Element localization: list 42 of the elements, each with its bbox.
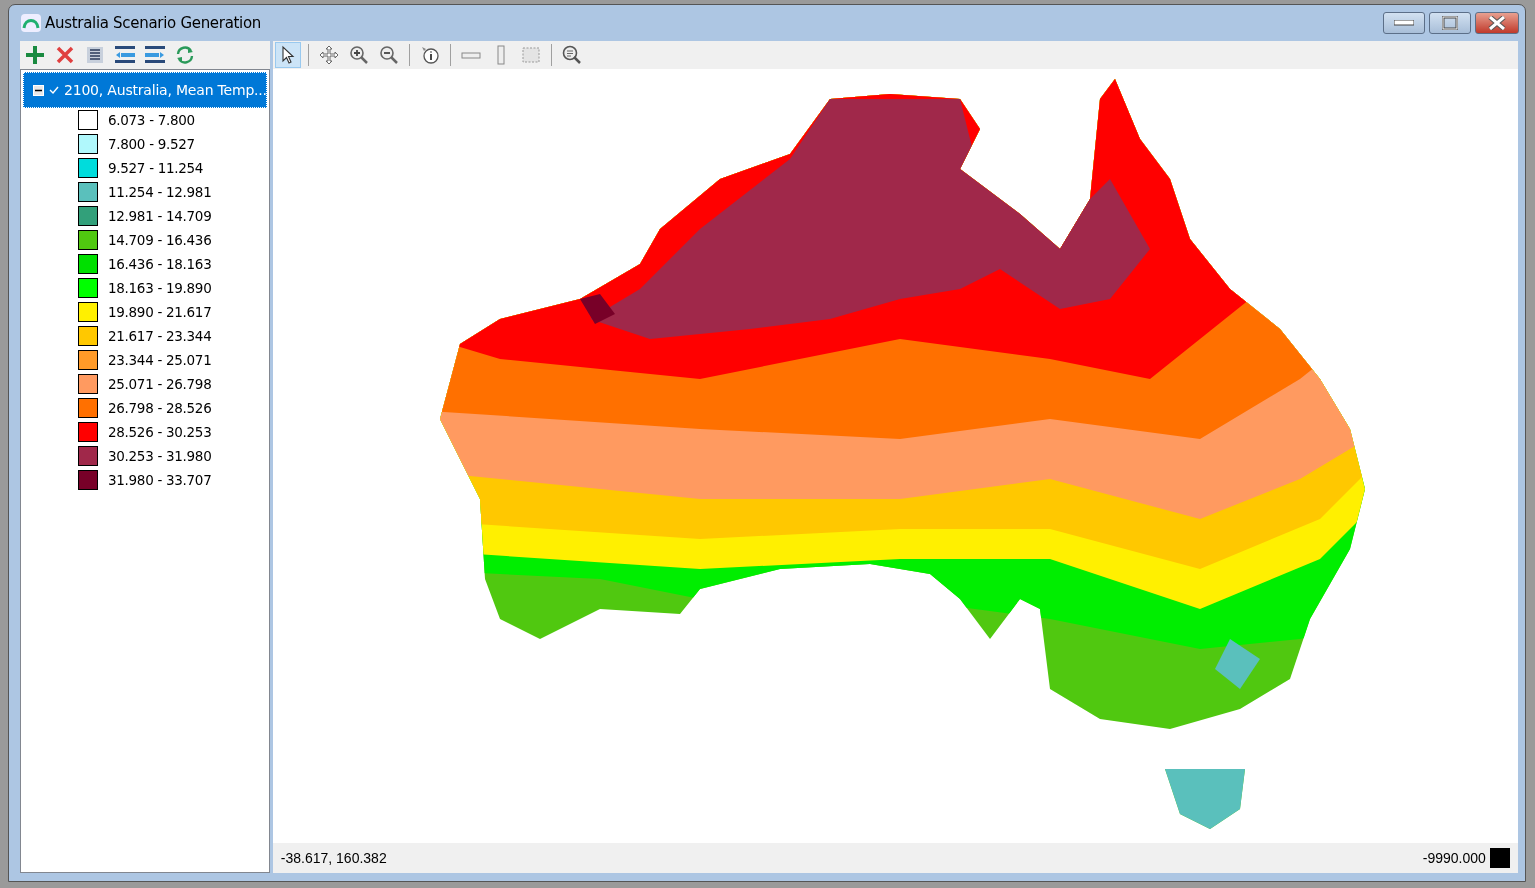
legend-label: 14.709 - 16.436 <box>108 230 212 250</box>
legend-label: 26.798 - 28.526 <box>108 398 212 418</box>
close-icon <box>56 46 74 64</box>
legend-label: 16.436 - 18.163 <box>108 254 212 274</box>
minimize-button[interactable] <box>1383 12 1425 34</box>
legend-label: 18.163 - 19.890 <box>108 278 212 298</box>
maximize-icon <box>1442 16 1458 30</box>
legend-label: 9.527 - 11.254 <box>108 158 204 178</box>
legend-label: 28.526 - 30.253 <box>108 422 212 442</box>
zoom-out-icon <box>378 45 399 65</box>
legend-label: 30.253 - 31.980 <box>108 446 212 466</box>
select-tool-button[interactable] <box>274 42 301 68</box>
legend-label: 25.071 - 26.798 <box>108 374 212 394</box>
nodata-swatch <box>1489 848 1510 868</box>
legend-label: 21.617 - 23.344 <box>108 326 212 346</box>
legend-label: 6.073 - 7.800 <box>108 110 195 130</box>
info-icon <box>419 45 440 65</box>
zoom-in-icon <box>348 45 369 65</box>
legend-label: 12.981 - 14.709 <box>108 206 212 226</box>
layer-item[interactable]: 2100, Australia, Mean Temp... <box>23 72 267 108</box>
cursor-coordinates: -38.617, 160.382 <box>280 848 387 868</box>
minimize-icon <box>1394 20 1414 26</box>
layers-up-icon <box>115 46 135 64</box>
plus-icon <box>25 45 45 65</box>
dashed-rectangle-icon <box>520 45 541 65</box>
close-button[interactable] <box>1475 12 1519 34</box>
nodata-value: -9990.000 <box>1422 848 1486 868</box>
collapse-icon[interactable] <box>33 84 44 96</box>
app-logo-icon <box>21 14 41 32</box>
legend-label: 11.254 - 12.981 <box>108 182 212 202</box>
four-arrows-icon <box>318 45 339 65</box>
window-title: Australia Scenario Generation <box>45 12 262 34</box>
legend-label: 31.980 - 33.707 <box>108 470 212 490</box>
close-icon <box>1488 16 1506 30</box>
maximize-button[interactable] <box>1429 12 1471 34</box>
list-icon <box>86 46 104 64</box>
layers-down-icon <box>145 46 165 64</box>
refresh-icon <box>175 45 195 65</box>
legend-label: 23.344 - 25.071 <box>108 350 212 370</box>
legend-label: 19.890 - 21.617 <box>108 302 212 322</box>
magnifier-icon <box>561 45 582 65</box>
legend-label: 7.800 - 9.527 <box>108 134 195 154</box>
